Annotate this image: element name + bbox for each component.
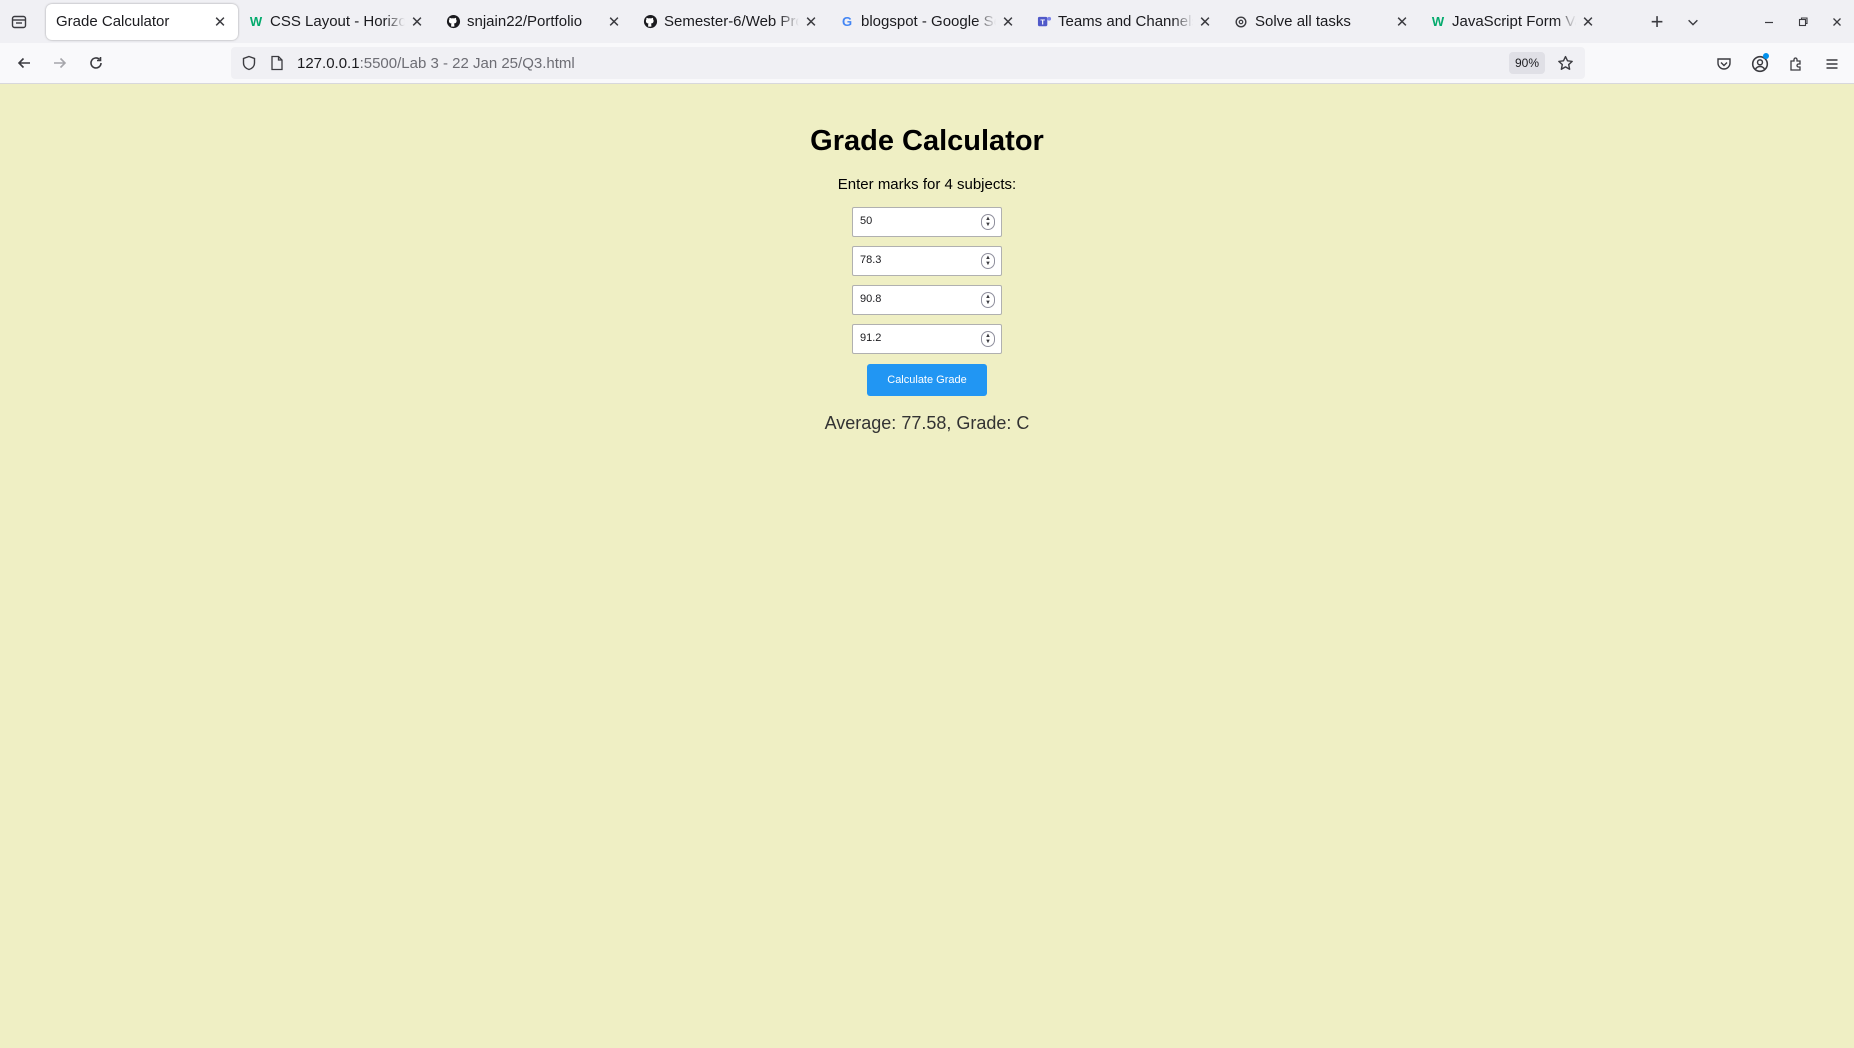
w3schools-icon: W — [1431, 14, 1445, 29]
close-icon[interactable]: ✕ — [409, 14, 425, 31]
shield-icon[interactable] — [233, 55, 265, 71]
tab-css-layout[interactable]: W CSS Layout - Horizontal ✕ — [238, 4, 435, 40]
pocket-icon[interactable] — [1706, 48, 1742, 80]
result-text: Average: 77.58, Grade: C — [824, 413, 1030, 433]
restore-button[interactable] — [1786, 0, 1820, 43]
close-icon[interactable]: ✕ — [606, 14, 622, 31]
tab-grade-calculator[interactable]: Grade Calculator ✕ — [46, 3, 238, 40]
close-icon[interactable]: ✕ — [1394, 14, 1410, 31]
tab-title: blogspot - Google Search — [861, 13, 996, 30]
teams-icon: T — [1036, 14, 1052, 30]
address-bar[interactable]: 127.0.0.1:5500/Lab 3 - 22 Jan 25/Q3.html… — [231, 47, 1585, 79]
menu-icon[interactable] — [1814, 48, 1850, 80]
page-content: Grade Calculator Enter marks for 4 subje… — [0, 85, 1854, 1048]
spinner-icon[interactable]: ▲ ▼ — [981, 331, 995, 347]
tab-title: Grade Calculator — [56, 13, 170, 30]
forward-icon[interactable] — [42, 47, 78, 79]
close-icon[interactable]: ✕ — [1000, 14, 1016, 31]
svg-text:T: T — [1040, 17, 1045, 26]
tab-title: CSS Layout - Horizontal — [270, 13, 405, 30]
url-host: 127.0.0.1 — [297, 54, 360, 72]
openai-icon — [1233, 14, 1249, 30]
close-icon[interactable]: ✕ — [212, 14, 228, 31]
input-value: 90.8 — [860, 293, 882, 305]
bookmark-star-icon[interactable] — [1553, 51, 1577, 75]
minimize-button[interactable] — [1752, 0, 1786, 43]
tab-portfolio[interactable]: snjain22/Portfolio ✕ — [435, 4, 632, 40]
tab-semester-6[interactable]: Semester-6/Web Programming ✕ — [632, 4, 829, 40]
spinner-icon[interactable]: ▲ ▼ — [981, 214, 995, 230]
spinner-icon[interactable]: ▲ ▼ — [981, 292, 995, 308]
subject-1-marks-input[interactable]: 50 ▲ ▼ — [852, 207, 1002, 237]
close-window-button[interactable] — [1820, 0, 1854, 43]
tab-js-form-validation[interactable]: W JavaScript Form Validation ✕ — [1420, 4, 1606, 40]
input-value: 78.3 — [860, 254, 882, 266]
subject-4-marks-input[interactable]: 91.2 ▲ ▼ — [852, 324, 1002, 354]
subject-2-marks-input[interactable]: 78.3 ▲ ▼ — [852, 246, 1002, 276]
close-icon[interactable]: ✕ — [1580, 14, 1596, 31]
new-tab-button[interactable]: + — [1640, 0, 1674, 43]
close-icon[interactable]: ✕ — [1197, 14, 1213, 31]
page-icon[interactable] — [265, 55, 289, 71]
account-icon[interactable] — [1742, 48, 1778, 80]
calculator-container: Grade Calculator Enter marks for 4 subje… — [727, 85, 1127, 434]
tab-title: Teams and Channels | Microsoft Teams — [1058, 13, 1193, 30]
tab-title: JavaScript Form Validation — [1452, 13, 1576, 30]
w3schools-icon: W — [249, 14, 263, 29]
tab-teams[interactable]: T Teams and Channels | Microsoft Teams ✕ — [1026, 4, 1223, 40]
extensions-icon[interactable] — [1778, 48, 1814, 80]
google-icon: G — [841, 14, 853, 29]
url-text: 127.0.0.1:5500/Lab 3 - 22 Jan 25/Q3.html — [297, 55, 575, 72]
notification-dot — [1763, 52, 1769, 59]
tab-title: snjain22/Portfolio — [467, 13, 583, 30]
github-icon — [445, 14, 461, 30]
input-value: 91.2 — [860, 332, 882, 344]
subject-3-marks-input[interactable]: 90.8 ▲ ▼ — [852, 285, 1002, 315]
calculate-grade-button[interactable]: Calculate Grade — [867, 364, 987, 396]
spinner-icon[interactable]: ▲ ▼ — [981, 253, 995, 269]
tab-solve-all-tasks[interactable]: Solve all tasks ✕ — [1223, 4, 1420, 40]
close-icon[interactable]: ✕ — [803, 14, 819, 31]
input-value: 50 — [860, 215, 873, 227]
url-path: :5500/Lab 3 - 22 Jan 25/Q3.html — [359, 54, 575, 72]
zoom-indicator[interactable]: 90% — [1508, 52, 1545, 74]
reload-icon[interactable] — [78, 47, 114, 79]
list-all-tabs-button[interactable] — [1676, 0, 1710, 43]
navigation-bar: 127.0.0.1:5500/Lab 3 - 22 Jan 25/Q3.html… — [0, 43, 1854, 84]
tab-google-search[interactable]: G blogspot - Google Search ✕ — [829, 4, 1026, 40]
back-icon[interactable] — [6, 47, 42, 79]
firefox-view-icon[interactable] — [0, 0, 38, 43]
marks-prompt: Enter marks for 4 subjects: — [837, 176, 1017, 193]
page-title: Grade Calculator — [810, 125, 1044, 157]
github-icon — [642, 14, 658, 30]
tab-bar: Grade Calculator ✕ W CSS Layout - Horizo… — [0, 0, 1854, 43]
tab-title: Solve all tasks — [1255, 13, 1351, 30]
tab-title: Semester-6/Web Programming — [664, 13, 799, 30]
